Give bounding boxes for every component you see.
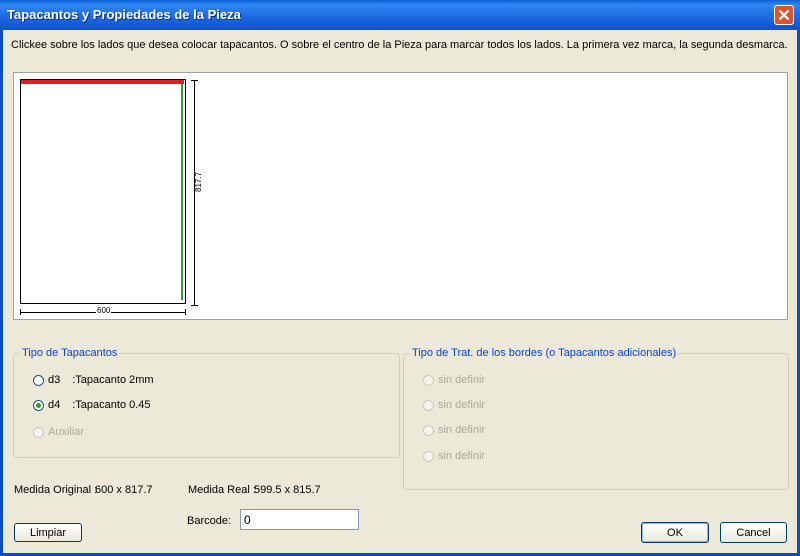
radio-trat-4-label: sin definir (438, 450, 486, 462)
radio-d3-desc: :Tapacanto 2mm (72, 374, 154, 386)
tratamiento-group: Tipo de Trat. de los bordes (o Tapacanto… (403, 347, 789, 490)
height-dimension-tick (191, 305, 198, 306)
radio-d4-code: d4 (48, 399, 61, 411)
window-title: Tapacantos y Propiedades de la Pieza (7, 7, 241, 22)
radio-d4-desc: :Tapacanto 0.45 (72, 399, 151, 411)
radio-trat-1-label: sin definir (438, 374, 486, 386)
title-bar: Tapacantos y Propiedades de la Pieza (0, 0, 800, 30)
tapacantos-group-legend: Tipo de Tapacantos (22, 347, 118, 359)
radio-d4[interactable]: d4 :Tapacanto 0.45 (33, 399, 151, 411)
height-dimension-label: 817.7 (194, 171, 203, 192)
radio-trat-3-button (423, 424, 434, 436)
width-dimension-tick (20, 309, 21, 315)
radio-d3-button[interactable] (33, 374, 44, 386)
radio-trat-2-button (423, 399, 434, 411)
radio-auxiliar-button (33, 426, 44, 438)
instructions-text: Clickee sobre los lados que desea coloca… (11, 39, 788, 51)
radio-auxiliar-label: Auxiliar (48, 426, 85, 438)
piece-rectangle[interactable] (20, 79, 186, 304)
width-dimension-label: 600 (96, 306, 112, 315)
limpiar-button[interactable]: Limpiar (14, 523, 82, 542)
radio-trat-4-button (423, 450, 434, 462)
radio-d3[interactable]: d3 :Tapacanto 2mm (33, 374, 154, 386)
medida-real-label: Medida Real : (188, 484, 256, 496)
width-dimension-tick (185, 309, 186, 315)
edge-top[interactable] (21, 80, 184, 84)
edge-right[interactable] (181, 84, 183, 300)
height-dimension-line (194, 80, 195, 306)
radio-trat-2-label: sin definir (438, 399, 486, 411)
radio-trat-2: sin definir (423, 399, 485, 411)
radio-trat-3: sin definir (423, 424, 485, 436)
tratamiento-group-legend: Tipo de Trat. de los bordes (o Tapacanto… (412, 347, 677, 359)
radio-trat-3-label: sin definir (438, 424, 486, 436)
close-icon (778, 9, 790, 21)
barcode-input[interactable] (240, 509, 359, 530)
close-button[interactable] (774, 5, 794, 25)
radio-d4-button[interactable] (33, 399, 44, 411)
medida-original-value: 600 x 817.7 (95, 484, 153, 496)
radio-d3-code: d3 (48, 374, 61, 386)
radio-trat-4: sin definir (423, 450, 485, 462)
radio-trat-1-button (423, 374, 434, 386)
cancel-button[interactable]: Cancel (720, 522, 787, 543)
medida-original-label: Medida Original : (14, 484, 98, 496)
height-dimension-tick (191, 80, 198, 81)
radio-auxiliar: Auxiliar (33, 426, 84, 438)
barcode-label: Barcode: (187, 515, 232, 527)
ok-button[interactable]: OK (641, 522, 709, 543)
radio-trat-1: sin definir (423, 374, 485, 386)
medida-real-value: 599.5 x 815.7 (254, 484, 321, 496)
